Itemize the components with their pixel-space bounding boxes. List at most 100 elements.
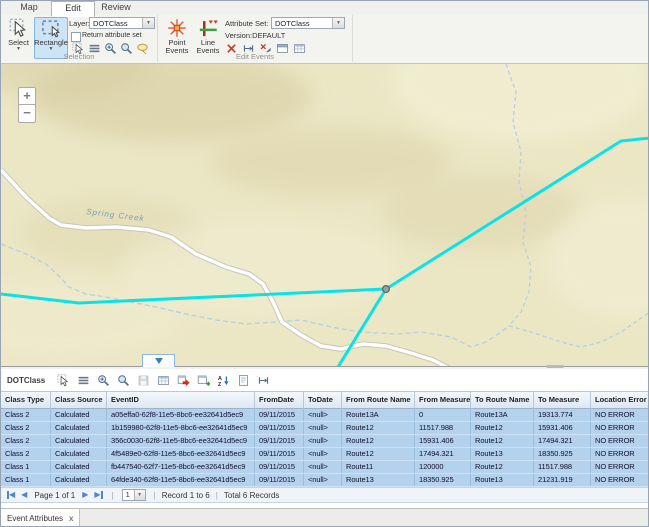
table-cell[interactable]: 120000 <box>415 461 471 473</box>
sort-icon[interactable] <box>217 374 230 387</box>
save-icon[interactable] <box>137 374 150 387</box>
table-row[interactable]: Class 2Calculated4f5489e0-62f8-11e5-8bc6… <box>1 448 648 461</box>
attribute-window-icon[interactable] <box>157 374 170 387</box>
table-cell[interactable]: Route13 <box>471 474 534 486</box>
table-cell[interactable]: 0 <box>415 409 471 421</box>
table-cell[interactable]: 09/11/2015 <box>255 474 304 486</box>
table-cell[interactable]: <null> <box>304 474 342 486</box>
table-cell[interactable]: Route13 <box>471 448 534 460</box>
table-cell[interactable]: 15931.406 <box>415 435 471 447</box>
table-cell[interactable]: 1b159980-62f8-11e5-8bc6-ee32641d5ec9 <box>107 422 255 434</box>
table-cell[interactable]: 21231.919 <box>534 474 591 486</box>
table-cell[interactable]: Route12 <box>342 422 415 434</box>
table-cell[interactable]: 09/11/2015 <box>255 409 304 421</box>
splitter-handle[interactable] <box>546 365 564 368</box>
first-page-button[interactable]: ◀ <box>7 488 15 502</box>
table-cell[interactable]: Calculated <box>51 448 107 460</box>
table-cell[interactable]: <null> <box>304 435 342 447</box>
tab-edit[interactable]: Edit <box>51 1 95 17</box>
select-by-rectangle-icon[interactable] <box>57 374 70 387</box>
table-cell[interactable]: Calculated <box>51 461 107 473</box>
table-cell[interactable]: Class 1 <box>1 461 51 473</box>
table-cell[interactable]: <null> <box>304 461 342 473</box>
add-record-icon[interactable] <box>197 374 210 387</box>
export-records-icon[interactable] <box>177 374 190 387</box>
table-cell[interactable]: fb447540-62f7-11e5-8bc6-ee32641d5ec9 <box>107 461 255 473</box>
table-cell[interactable]: NO ERROR <box>591 474 649 486</box>
table-cell[interactable]: Route12 <box>471 461 534 473</box>
table-cell[interactable]: 17494.321 <box>415 448 471 460</box>
route-junction-marker[interactable] <box>383 286 390 293</box>
tab-event-attributes[interactable]: Event Attributes x <box>1 509 80 527</box>
table-row[interactable]: Class 2Calculated356c0030-62f8-11e5-8bc6… <box>1 435 648 448</box>
column-header[interactable]: Class Source <box>51 391 107 409</box>
table-cell[interactable]: Route11 <box>342 461 415 473</box>
table-cell[interactable]: <null> <box>304 409 342 421</box>
table-cell[interactable]: Route12 <box>342 448 415 460</box>
table-cell[interactable]: Class 1 <box>1 474 51 486</box>
table-cell[interactable]: 09/11/2015 <box>255 461 304 473</box>
table-row[interactable]: Class 1Calculatedfb447540-62f7-11e5-8bc6… <box>1 461 648 474</box>
table-cell[interactable]: 15931.406 <box>534 422 591 434</box>
table-cell[interactable]: 11517.988 <box>415 422 471 434</box>
table-cell[interactable]: Route12 <box>342 435 415 447</box>
table-cell[interactable]: Calculated <box>51 435 107 447</box>
table-cell[interactable]: Route13 <box>342 474 415 486</box>
table-row[interactable]: Class 1Calculated64fde340-62f8-11e5-8bc6… <box>1 474 648 487</box>
table-cell[interactable]: Class 2 <box>1 435 51 447</box>
table-cell[interactable]: 17494.321 <box>534 435 591 447</box>
tab-map[interactable]: Map <box>7 1 51 14</box>
table-cell[interactable]: NO ERROR <box>591 435 649 447</box>
page-number-combobox[interactable]: 1 ▼ <box>122 489 146 501</box>
attribute-set-combobox[interactable]: DOTClass ▼ <box>271 17 345 29</box>
table-cell[interactable]: Calculated <box>51 409 107 421</box>
table-cell[interactable]: Route13A <box>342 409 415 421</box>
panel-collapse-button[interactable] <box>142 354 175 367</box>
zoom-to-selected-icon[interactable] <box>97 374 110 387</box>
table-cell[interactable]: 09/11/2015 <box>255 435 304 447</box>
column-header[interactable]: ToDate <box>304 391 342 409</box>
table-cell[interactable]: Route13A <box>471 409 534 421</box>
table-cell[interactable]: 09/11/2015 <box>255 422 304 434</box>
column-header[interactable]: To Measure <box>534 391 591 409</box>
table-cell[interactable]: NO ERROR <box>591 409 649 421</box>
column-header[interactable]: EventID <box>107 391 255 409</box>
table-cell[interactable]: Calculated <box>51 474 107 486</box>
zoom-in-button[interactable]: + <box>18 87 36 105</box>
layer-combobox[interactable]: DOTClass ▼ <box>89 17 155 29</box>
table-cell[interactable]: 09/11/2015 <box>255 448 304 460</box>
table-cell[interactable]: Class 2 <box>1 409 51 421</box>
previous-page-button[interactable]: ◀ <box>21 488 27 502</box>
pan-to-selected-icon[interactable] <box>117 374 130 387</box>
table-cell[interactable]: Class 2 <box>1 448 51 460</box>
measure-view-icon[interactable] <box>257 374 270 387</box>
table-cell[interactable]: 356c0030-62f8-11e5-8bc6-ee32641d5ec9 <box>107 435 255 447</box>
table-cell[interactable]: 18350.925 <box>415 474 471 486</box>
table-cell[interactable]: 18350.925 <box>534 448 591 460</box>
table-cell[interactable]: NO ERROR <box>591 461 649 473</box>
last-page-button[interactable]: ▶ <box>94 488 102 502</box>
table-row[interactable]: Class 2Calculateda05effa0-62f8-11e5-8bc6… <box>1 409 648 422</box>
table-cell[interactable]: Calculated <box>51 422 107 434</box>
column-header[interactable]: FromDate <box>255 391 304 409</box>
table-cell[interactable]: a05effa0-62f8-11e5-8bc6-ee32641d5ec9 <box>107 409 255 421</box>
table-cell[interactable]: NO ERROR <box>591 448 649 460</box>
table-cell[interactable]: 19313.774 <box>534 409 591 421</box>
table-cell[interactable]: <null> <box>304 422 342 434</box>
column-header[interactable]: To Route Name <box>471 391 534 409</box>
table-cell[interactable]: Route12 <box>471 435 534 447</box>
map-canvas[interactable]: Spring Creek + − <box>1 63 649 366</box>
table-cell[interactable]: NO ERROR <box>591 422 649 434</box>
table-cell[interactable]: Class 2 <box>1 422 51 434</box>
table-cell[interactable]: 11517.988 <box>534 461 591 473</box>
column-header[interactable]: From Measure <box>415 391 471 409</box>
table-cell[interactable]: Route12 <box>471 422 534 434</box>
table-cell[interactable]: 64fde340-62f8-11e5-8bc6-ee32641d5ec9 <box>107 474 255 486</box>
next-page-button[interactable]: ▶ <box>82 488 88 502</box>
form-view-icon[interactable] <box>237 374 250 387</box>
switch-selection-icon[interactable] <box>77 374 90 387</box>
column-header[interactable]: Location Error <box>591 391 649 409</box>
zoom-out-button[interactable]: − <box>18 105 36 123</box>
close-icon[interactable]: x <box>69 514 73 523</box>
table-row[interactable]: Class 2Calculated1b159980-62f8-11e5-8bc6… <box>1 422 648 435</box>
